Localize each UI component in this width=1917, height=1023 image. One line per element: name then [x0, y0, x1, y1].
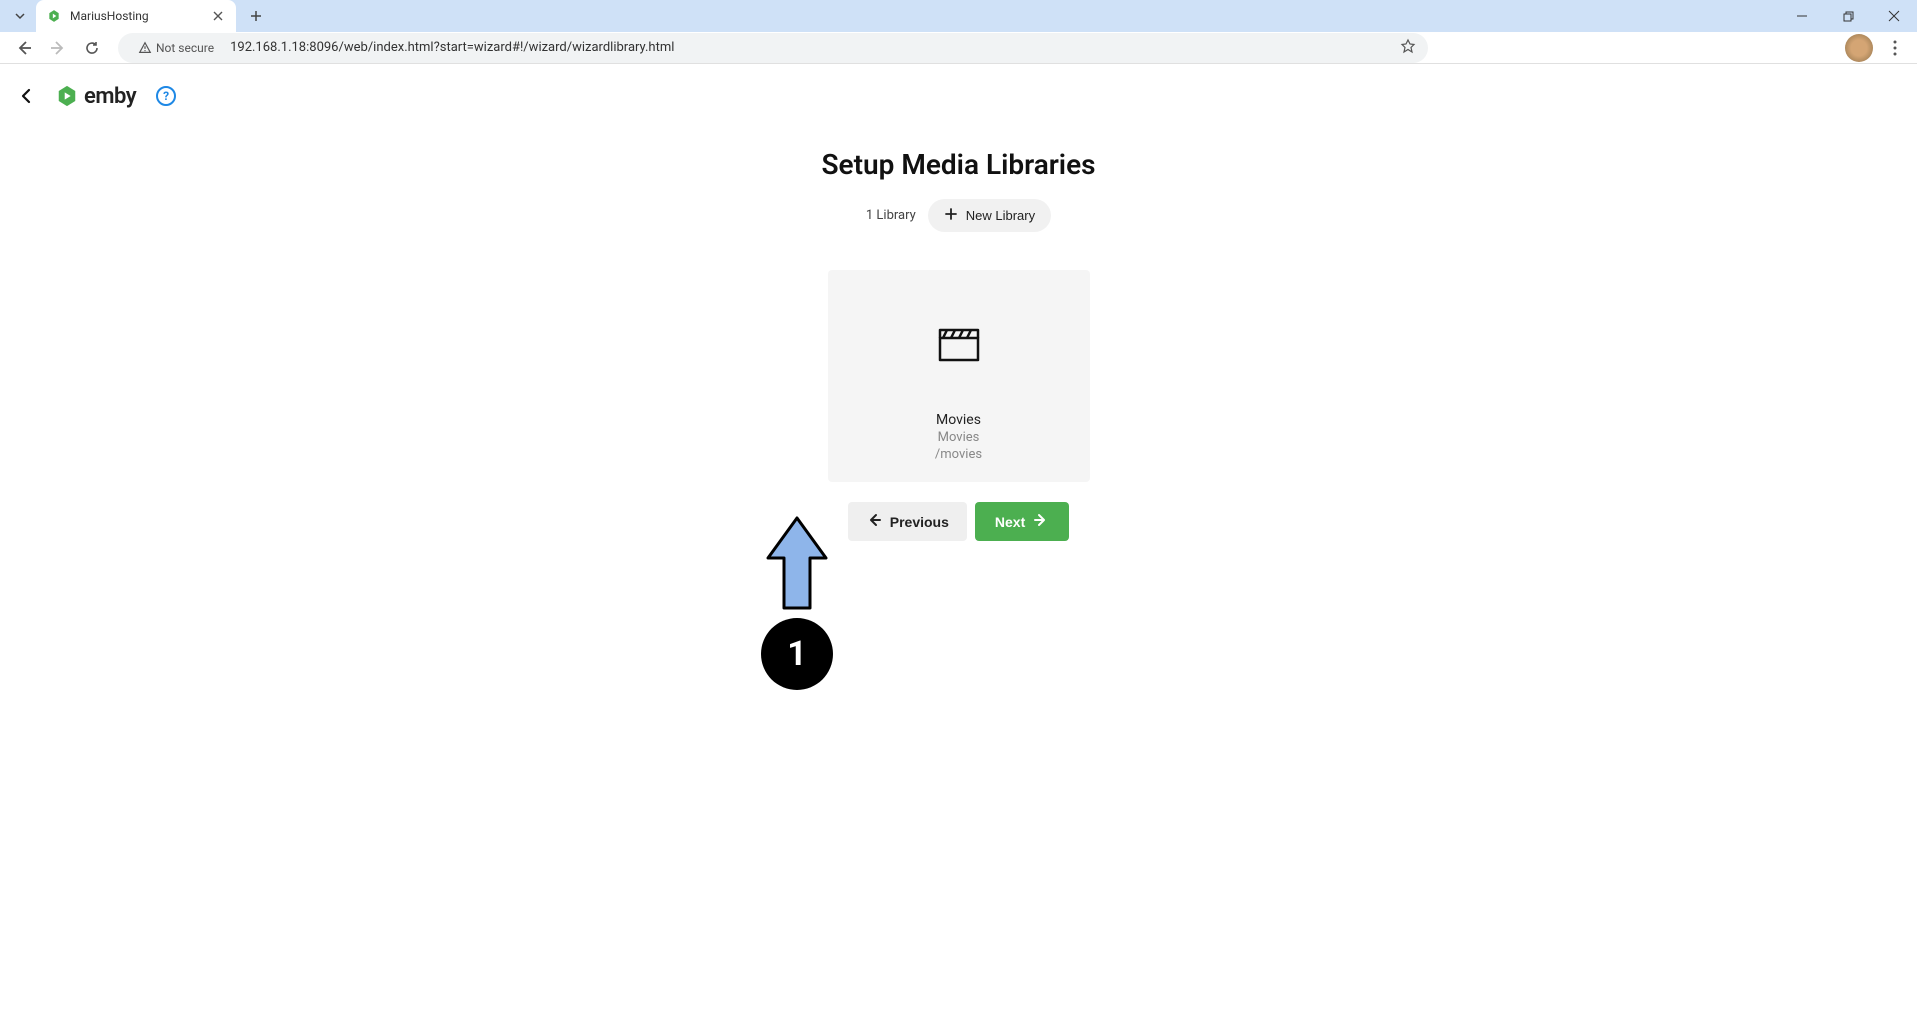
emby-logo-icon — [56, 85, 78, 107]
new-library-button[interactable]: New Library — [928, 199, 1051, 232]
maximize-button[interactable] — [1825, 0, 1871, 32]
page-title: Setup Media Libraries — [0, 148, 1917, 181]
wizard-content: Setup Media Libraries 1 Library New Libr… — [0, 128, 1917, 541]
annotation-number: 1 — [787, 634, 807, 674]
library-info-row: 1 Library New Library — [0, 199, 1917, 232]
app-header: emby ? — [0, 64, 1917, 128]
previous-label: Previous — [890, 514, 949, 530]
plus-icon — [944, 207, 958, 224]
window-controls — [1779, 0, 1917, 32]
close-button[interactable] — [1871, 0, 1917, 32]
url-bar-row: Not secure 192.168.1.18:8096/web/index.h… — [0, 32, 1917, 64]
arrow-left-icon — [866, 512, 882, 531]
arrow-right-icon — [1033, 512, 1049, 531]
next-label: Next — [995, 514, 1025, 530]
back-button[interactable] — [16, 86, 36, 106]
library-path: /movies — [935, 447, 982, 462]
tab-search-dropdown[interactable] — [8, 4, 32, 28]
profile-avatar[interactable] — [1845, 34, 1873, 62]
wizard-nav: Previous Next — [0, 502, 1917, 541]
new-tab-button[interactable] — [242, 2, 270, 30]
minimize-button[interactable] — [1779, 0, 1825, 32]
next-button[interactable]: Next — [975, 502, 1069, 541]
library-count: 1 Library — [866, 208, 916, 223]
new-library-label: New Library — [966, 208, 1035, 223]
security-indicator[interactable]: Not secure — [130, 39, 222, 57]
page-content: emby ? Setup Media Libraries 1 Library N… — [0, 64, 1917, 1023]
help-icon[interactable]: ? — [156, 86, 176, 106]
library-card[interactable]: Movies Movies /movies — [828, 270, 1090, 482]
annotation-number-badge: 1 — [761, 618, 833, 690]
browser-tab[interactable]: MariusHosting — [36, 0, 236, 32]
nav-back-button[interactable] — [8, 34, 40, 62]
warning-icon — [138, 41, 152, 55]
url-text: 192.168.1.18:8096/web/index.html?start=w… — [230, 40, 1392, 55]
tab-close-icon[interactable] — [210, 8, 226, 24]
emby-logo-text: emby — [84, 84, 136, 109]
previous-button[interactable]: Previous — [848, 502, 967, 541]
tab-favicon-icon — [46, 8, 62, 24]
browser-tab-strip: MariusHosting — [0, 0, 1917, 32]
movie-icon — [938, 290, 980, 408]
tab-title: MariusHosting — [70, 9, 202, 23]
security-label: Not secure — [156, 41, 214, 55]
bookmark-star-icon[interactable] — [1400, 38, 1416, 58]
browser-menu-button[interactable] — [1881, 40, 1909, 56]
library-type: Movies — [938, 430, 980, 445]
reload-button[interactable] — [76, 34, 108, 62]
library-name: Movies — [936, 412, 981, 428]
url-bar[interactable]: Not secure 192.168.1.18:8096/web/index.h… — [118, 33, 1428, 63]
nav-forward-button[interactable] — [42, 34, 74, 62]
emby-logo[interactable]: emby — [56, 84, 136, 109]
